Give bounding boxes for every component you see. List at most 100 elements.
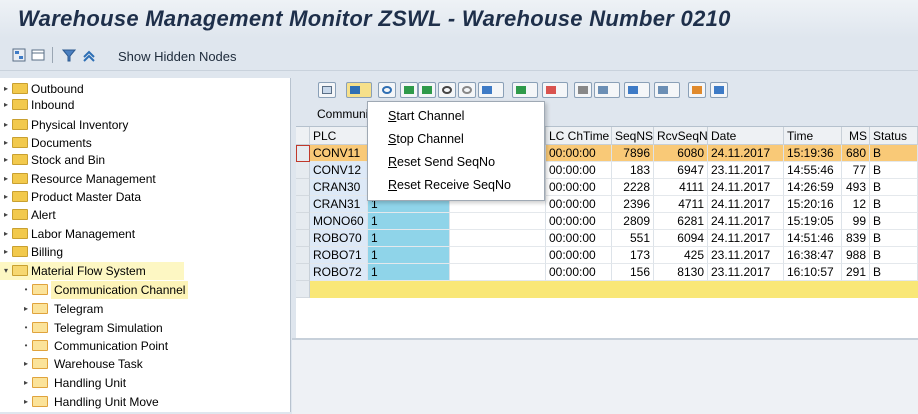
- cell-plc[interactable]: CRAN31: [310, 196, 368, 213]
- tree-item-resource-management[interactable]: ▸ Resource Management: [0, 170, 290, 188]
- tree-item-labor-management[interactable]: ▸ Labor Management: [0, 225, 290, 243]
- tree-item-alert[interactable]: ▸ Alert: [0, 206, 290, 224]
- channel-action-icon[interactable]: [346, 82, 372, 98]
- chevron-down-icon[interactable]: ▾: [2, 262, 10, 280]
- cell-chtime[interactable]: 00:00:00: [546, 196, 612, 213]
- cell-status[interactable]: B: [870, 196, 918, 213]
- cell-date[interactable]: 23.11.2017: [708, 264, 784, 281]
- col-header-chtime[interactable]: LC ChTime: [546, 127, 612, 145]
- tree-item-physical-inventory[interactable]: ▸ Physical Inventory: [0, 116, 290, 134]
- cell-plc[interactable]: MONO60: [310, 213, 368, 230]
- cell-plc[interactable]: ROBO70: [310, 230, 368, 247]
- sort-ascending-icon[interactable]: [400, 82, 418, 98]
- col-header-status[interactable]: Status: [870, 127, 918, 145]
- cell-plc[interactable]: CONV12: [310, 162, 368, 179]
- cell-c2[interactable]: 1: [368, 247, 450, 264]
- cell-time[interactable]: 16:10:57: [784, 264, 842, 281]
- tree-config-icon[interactable]: [12, 48, 26, 62]
- chevron-right-icon[interactable]: ▸: [22, 393, 30, 411]
- row-selector[interactable]: [296, 281, 310, 298]
- cell-ms[interactable]: 988: [842, 247, 870, 264]
- tree-item-communication-channel[interactable]: • Communication Channel: [0, 281, 290, 299]
- cell-date[interactable]: 24.11.2017: [708, 213, 784, 230]
- find-next-icon[interactable]: [458, 82, 476, 98]
- cell-ms[interactable]: 493: [842, 179, 870, 196]
- chevron-right-icon[interactable]: ▸: [2, 225, 10, 243]
- cell-status[interactable]: B: [870, 264, 918, 281]
- cell-status[interactable]: B: [870, 230, 918, 247]
- cell-c2[interactable]: 1: [368, 213, 450, 230]
- filter-icon[interactable]: [61, 48, 77, 62]
- cell-rcvseqn[interactable]: 4711: [654, 196, 708, 213]
- graphic-icon[interactable]: [688, 82, 706, 98]
- chevron-right-icon[interactable]: ▸: [2, 188, 10, 206]
- collapse-icon[interactable]: [82, 48, 96, 62]
- cell-ms[interactable]: 291: [842, 264, 870, 281]
- menu-item-start-channel[interactable]: Start Channel: [388, 109, 464, 123]
- cell-ms[interactable]: 12: [842, 196, 870, 213]
- cell-plc[interactable]: CRAN30: [310, 179, 368, 196]
- cell-empty[interactable]: [450, 230, 546, 247]
- cell-date[interactable]: 23.11.2017: [708, 162, 784, 179]
- cell-chtime[interactable]: 00:00:00: [546, 230, 612, 247]
- chevron-right-icon[interactable]: ▸: [2, 206, 10, 224]
- cell-status[interactable]: B: [870, 247, 918, 264]
- cell-date[interactable]: 24.11.2017: [708, 230, 784, 247]
- cell-seqns[interactable]: 551: [612, 230, 654, 247]
- cell-date[interactable]: 24.11.2017: [708, 196, 784, 213]
- cell-plc[interactable]: ROBO71: [310, 247, 368, 264]
- cell-date[interactable]: 24.11.2017: [708, 145, 784, 162]
- info-icon[interactable]: [710, 82, 728, 98]
- cell-chtime[interactable]: 00:00:00: [546, 145, 612, 162]
- cell-seqns[interactable]: 173: [612, 247, 654, 264]
- menu-item-reset-receive-seqno[interactable]: Reset Receive SeqNo: [388, 178, 511, 192]
- cell-rcvseqn[interactable]: 6094: [654, 230, 708, 247]
- chevron-right-icon[interactable]: ▸: [2, 116, 10, 134]
- cell-plc[interactable]: CONV11: [310, 145, 368, 162]
- cell-time[interactable]: 14:55:46: [784, 162, 842, 179]
- tree-item-handling-unit-move[interactable]: ▸ Handling Unit Move: [0, 393, 290, 411]
- filter-icon[interactable]: [478, 82, 504, 98]
- cell-rcvseqn[interactable]: 6080: [654, 145, 708, 162]
- cell-rcvseqn[interactable]: 6281: [654, 213, 708, 230]
- cell-seqns[interactable]: 2228: [612, 179, 654, 196]
- cell-date[interactable]: 23.11.2017: [708, 247, 784, 264]
- refresh-icon[interactable]: [378, 82, 396, 98]
- col-header-date[interactable]: Date: [708, 127, 784, 145]
- tree-item-documents[interactable]: ▸ Documents: [0, 134, 290, 152]
- cell-rcvseqn[interactable]: 8130: [654, 264, 708, 281]
- tree-item-handling-unit[interactable]: ▸ Handling Unit: [0, 374, 290, 392]
- cell-seqns[interactable]: 156: [612, 264, 654, 281]
- cell-chtime[interactable]: 00:00:00: [546, 213, 612, 230]
- cell-time[interactable]: 16:38:47: [784, 247, 842, 264]
- cell-seqns[interactable]: 2809: [612, 213, 654, 230]
- menu-item-stop-channel[interactable]: Stop Channel: [388, 132, 464, 146]
- cell-ms[interactable]: 99: [842, 213, 870, 230]
- chevron-right-icon[interactable]: ▸: [22, 300, 30, 318]
- cell-plc[interactable]: ROBO72: [310, 264, 368, 281]
- cell-ms[interactable]: 77: [842, 162, 870, 179]
- chevron-right-icon[interactable]: ▸: [2, 170, 10, 188]
- chevron-right-icon[interactable]: ▸: [22, 355, 30, 373]
- row-selector[interactable]: [296, 196, 310, 213]
- cell-time[interactable]: 15:20:16: [784, 196, 842, 213]
- cell-seqns[interactable]: 7896: [612, 145, 654, 162]
- cell-c2[interactable]: 1: [368, 264, 450, 281]
- col-header-ms[interactable]: MS: [842, 127, 870, 145]
- menu-item-reset-send-seqno[interactable]: Reset Send SeqNo: [388, 155, 495, 169]
- print-icon[interactable]: [574, 82, 592, 98]
- sort-descending-icon[interactable]: [418, 82, 436, 98]
- find-icon[interactable]: [438, 82, 456, 98]
- cell-time[interactable]: 14:26:59: [784, 179, 842, 196]
- row-selector[interactable]: [296, 230, 310, 247]
- row-selector[interactable]: [296, 179, 310, 196]
- cell-status[interactable]: B: [870, 213, 918, 230]
- show-hidden-nodes-button[interactable]: Show Hidden Nodes: [118, 49, 237, 64]
- cell-empty[interactable]: [450, 247, 546, 264]
- cell-ms[interactable]: 839: [842, 230, 870, 247]
- cell-status[interactable]: B: [870, 179, 918, 196]
- tree-item-product-master-data[interactable]: ▸ Product Master Data: [0, 188, 290, 206]
- cell-chtime[interactable]: 00:00:00: [546, 162, 612, 179]
- col-header-rcvseqn[interactable]: RcvSeqN: [654, 127, 708, 145]
- cell-status[interactable]: B: [870, 162, 918, 179]
